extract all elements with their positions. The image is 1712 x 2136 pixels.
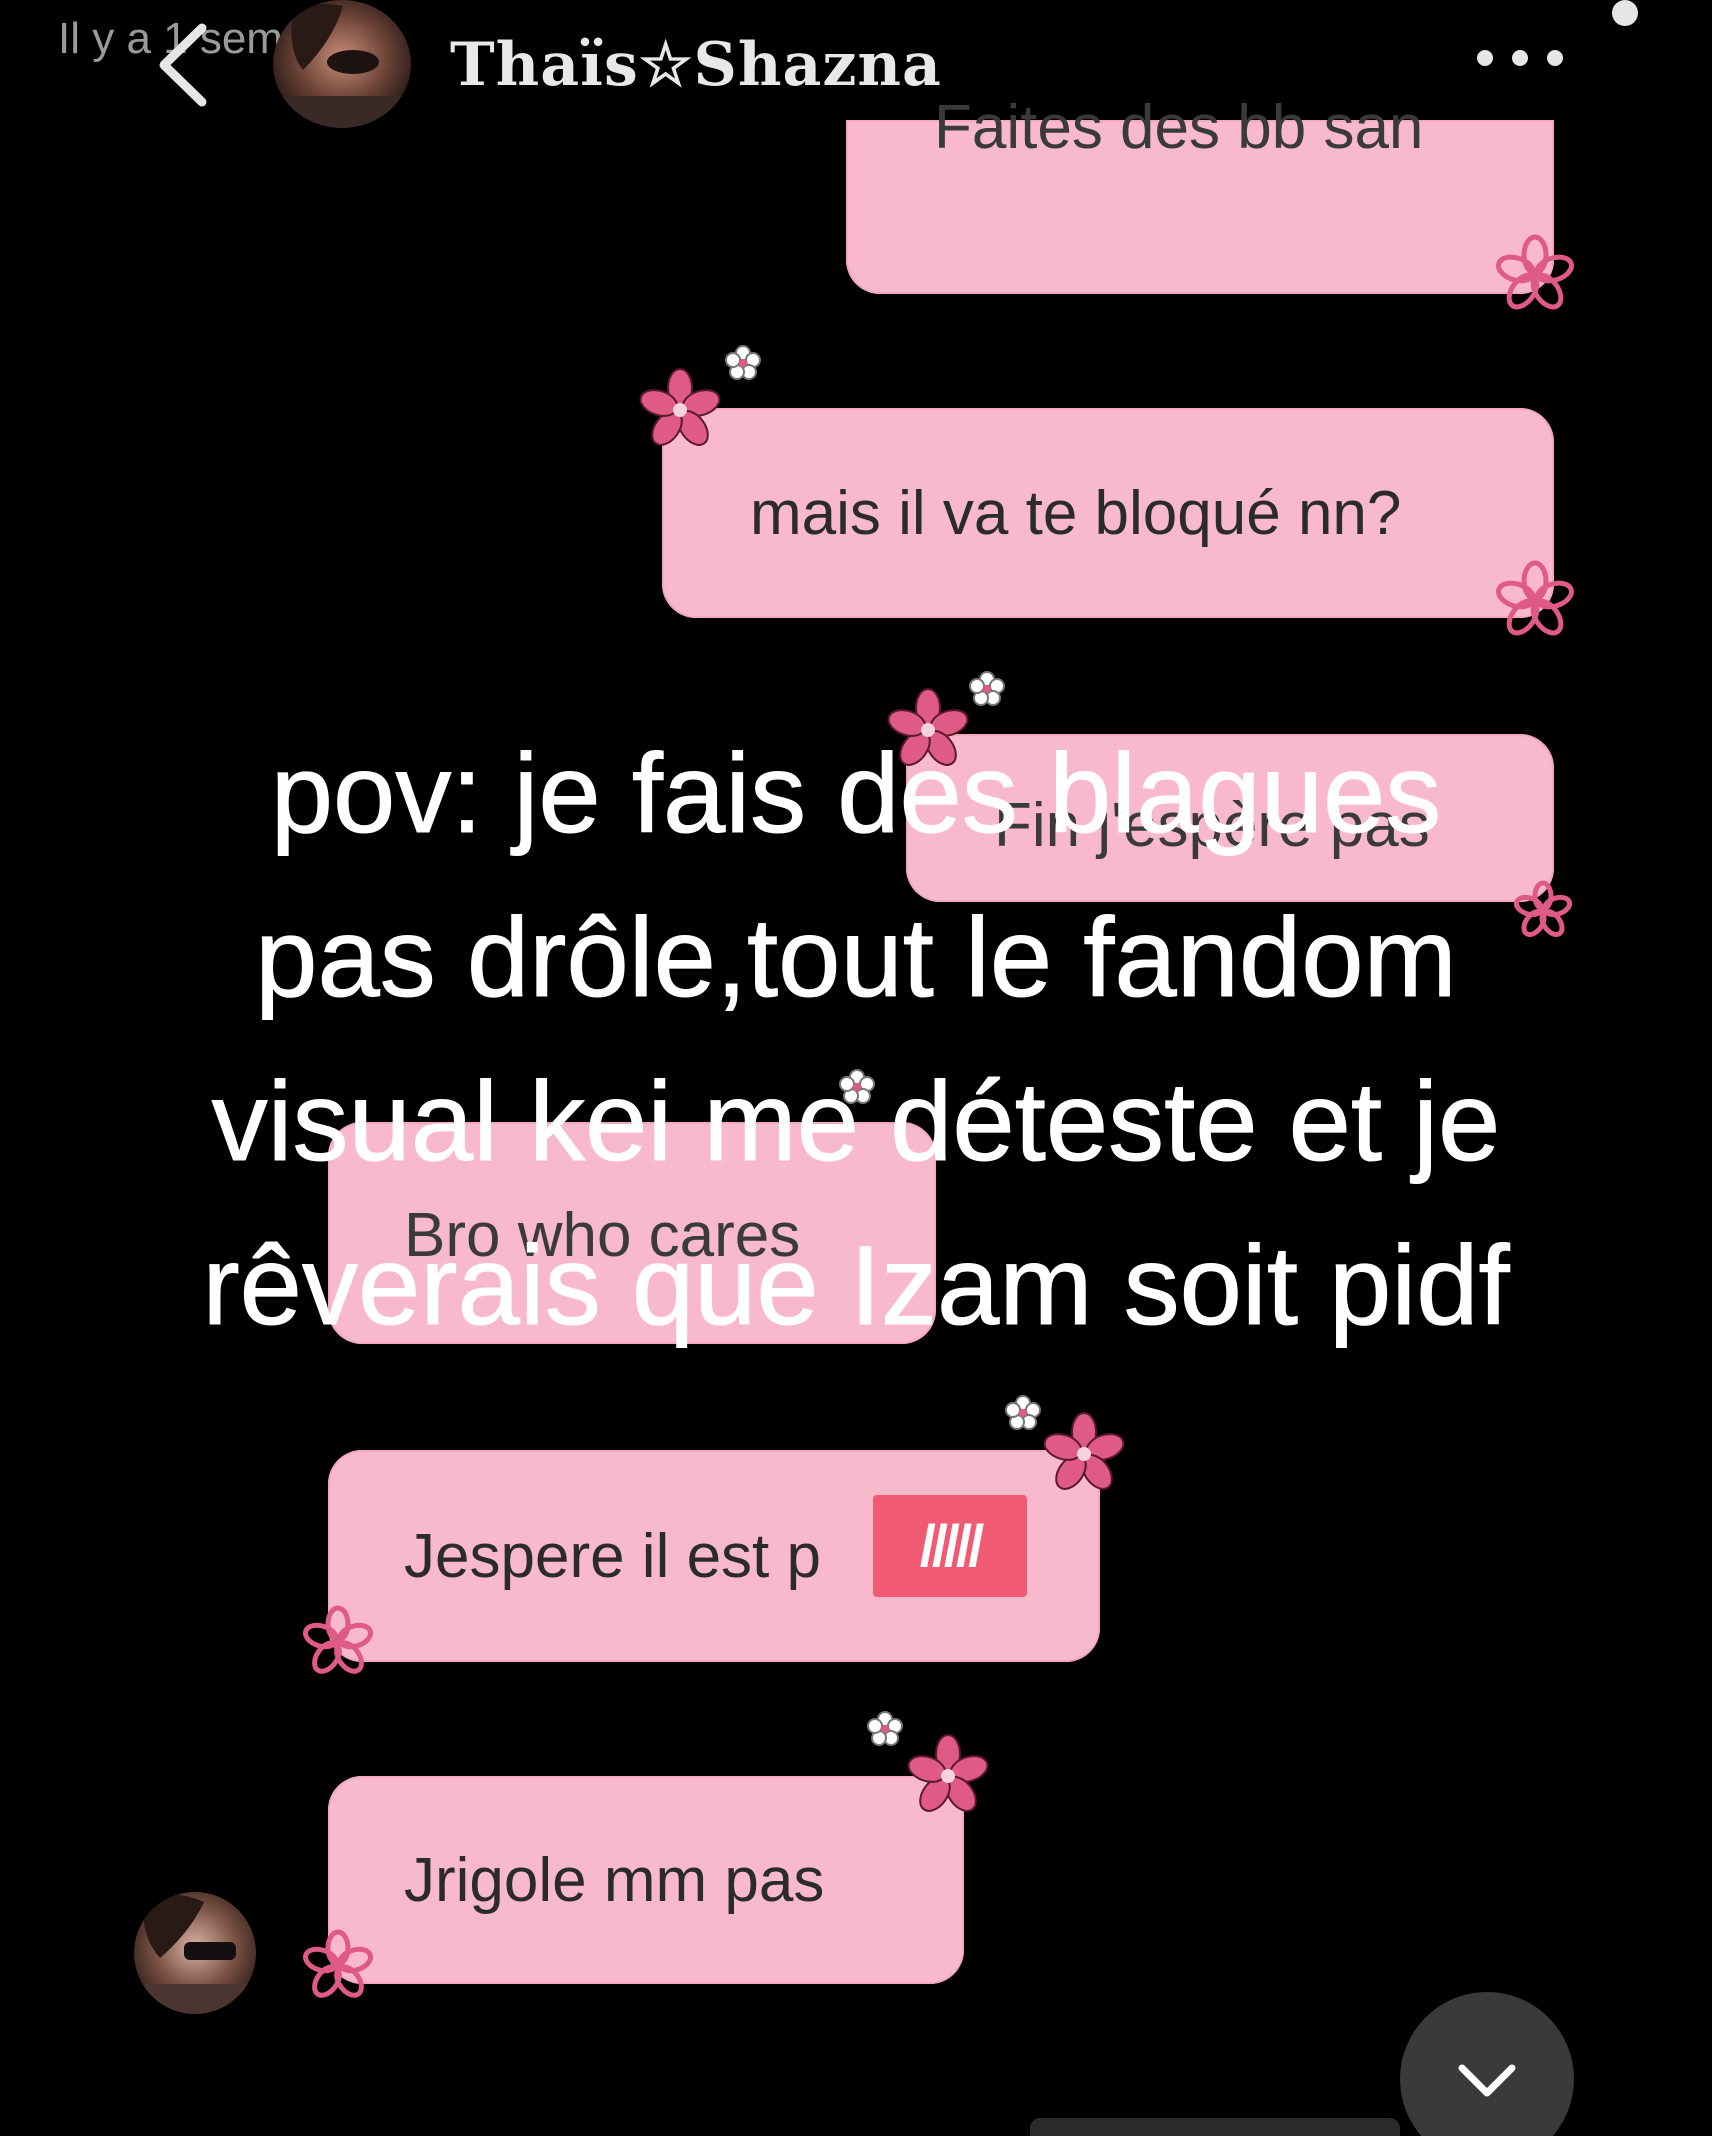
caption-line: rêverais que Izam soit pidf bbox=[202, 1223, 1510, 1349]
message-bubble[interactable]: Faites des bb san bbox=[846, 93, 1554, 294]
message-text: Jrigole mm pas bbox=[404, 1845, 825, 1915]
flower-decoration-icon bbox=[302, 1929, 374, 1998]
caption-line: pov: je fais des blagues bbox=[270, 731, 1442, 857]
chevron-down-icon bbox=[1458, 2064, 1516, 2097]
message-text: Faites des bb san bbox=[934, 93, 1424, 162]
chat-screen: Il y a 1 sem. Thaïs☆Shazna Faites des bb… bbox=[0, 0, 1712, 2136]
redaction-sticker: ///// bbox=[873, 1495, 1027, 1597]
chat-username[interactable]: Thaïs☆Shazna bbox=[450, 30, 942, 100]
flower-decoration-icon bbox=[1496, 234, 1574, 310]
overlay-caption: pov: je fais des blagues pas drôle,tout … bbox=[0, 712, 1712, 1368]
small-flower-icon bbox=[969, 671, 1005, 706]
caption-line: pas drôle,tout le fandom bbox=[255, 895, 1458, 1021]
flower-decoration-icon bbox=[302, 1605, 374, 1674]
caption-line: visual kei me déteste et je bbox=[211, 1059, 1501, 1185]
avatar[interactable] bbox=[273, 0, 411, 128]
flower-decoration-icon bbox=[639, 368, 721, 446]
bottom-bar bbox=[1030, 2118, 1400, 2136]
message-bubble[interactable]: Jrigole mm pas bbox=[328, 1776, 964, 1984]
sender-avatar[interactable] bbox=[134, 1892, 256, 2014]
message-bubble[interactable]: mais il va te bloqué nn? bbox=[662, 408, 1554, 618]
flower-decoration-icon bbox=[907, 1734, 989, 1812]
flower-decoration-icon bbox=[1496, 560, 1574, 636]
small-flower-icon bbox=[725, 345, 761, 380]
message-text: mais il va te bloqué nn? bbox=[750, 478, 1402, 548]
chevron-left-icon[interactable] bbox=[150, 20, 220, 110]
status-dot bbox=[1612, 0, 1638, 26]
message-text: Jespere il est p bbox=[404, 1521, 821, 1591]
flower-decoration-icon bbox=[1043, 1412, 1125, 1490]
scroll-down-button[interactable] bbox=[1400, 1992, 1574, 2136]
more-horizontal-icon[interactable] bbox=[1475, 48, 1565, 68]
